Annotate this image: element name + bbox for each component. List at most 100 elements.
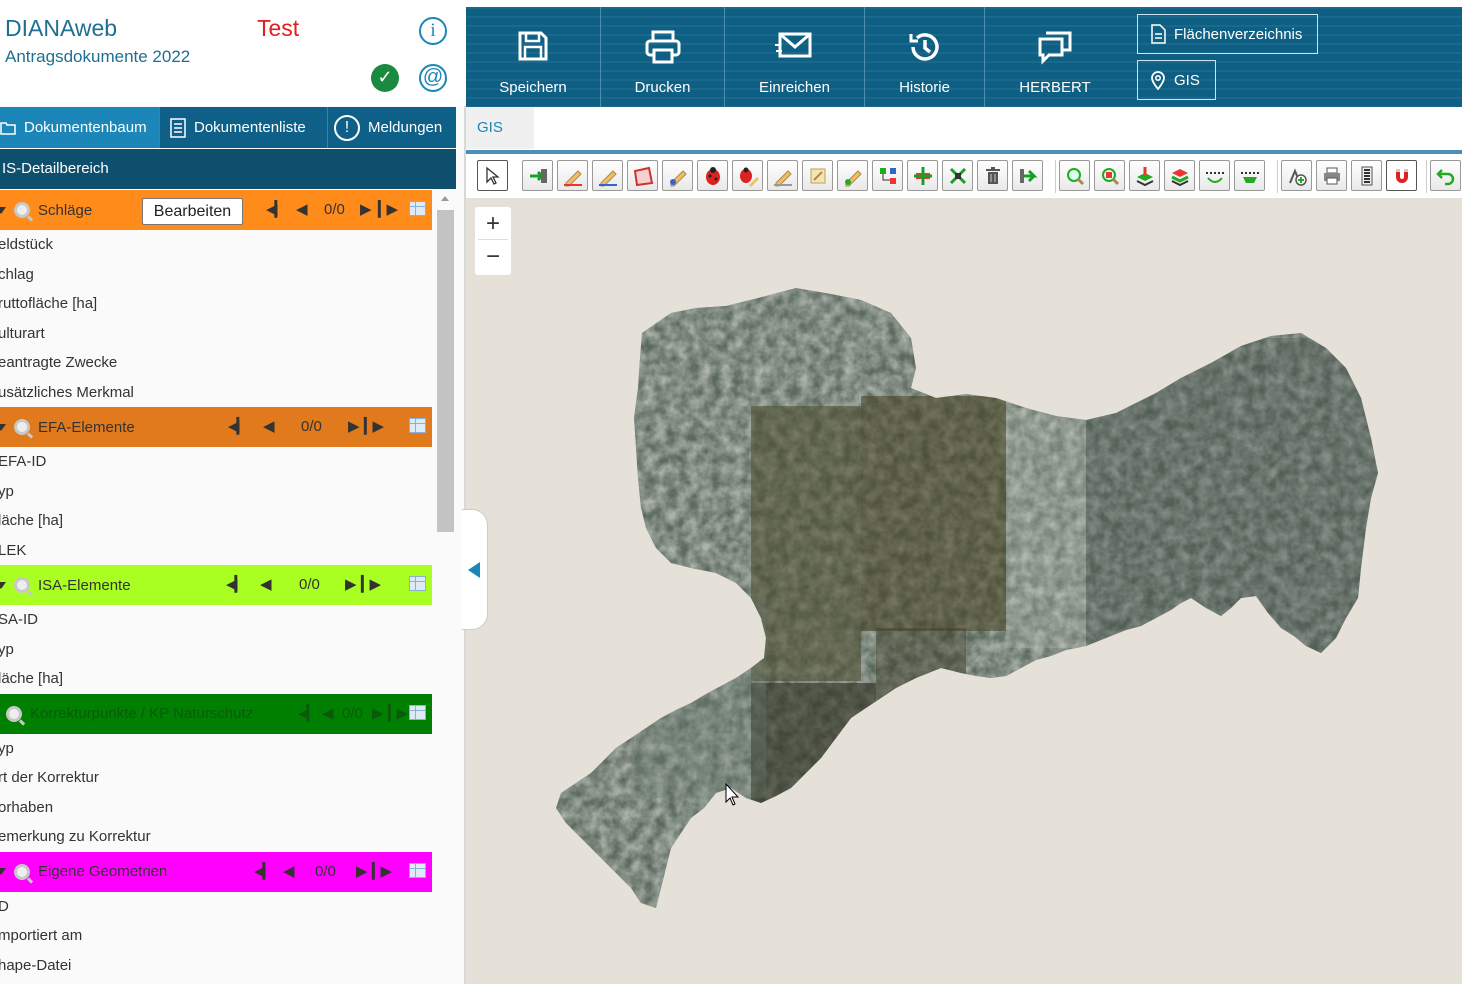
section-header[interactable]: ISA-Elemente ◀▎ ◀ 0/0 ▶ ▎▶: [0, 565, 432, 605]
section-header[interactable]: Schläge Bearbeiten ◀▎ ◀ 0/0 ▶ ▎▶: [0, 190, 432, 230]
scroll-up-icon[interactable]: [441, 196, 449, 201]
zoom-select-icon[interactable]: [1094, 160, 1125, 191]
tab-label: Meldungen: [368, 119, 443, 136]
table-view-icon[interactable]: [409, 862, 426, 878]
next-record-icon[interactable]: ▶: [348, 417, 359, 435]
check-icon[interactable]: ✓: [371, 64, 399, 92]
tab-dokumentenbaum[interactable]: Dokumentenbaum: [0, 107, 160, 148]
print-button[interactable]: Drucken: [601, 7, 725, 107]
next-record-icon[interactable]: ▶: [360, 200, 371, 218]
expand-triangle-icon[interactable]: [0, 206, 6, 214]
last-record-icon[interactable]: ▎▶: [378, 200, 398, 218]
polygon-area-icon[interactable]: [627, 160, 658, 191]
section-header[interactable]: EFA-Elemente ◀▎ ◀ 0/0 ▶ ▎▶: [0, 407, 432, 447]
edit-polygon-icon[interactable]: [592, 160, 623, 191]
field-label: EFA-ID: [0, 453, 47, 471]
cut-geometry-icon[interactable]: [942, 160, 973, 191]
trash-icon[interactable]: [977, 160, 1008, 191]
split-geometry-icon[interactable]: [872, 160, 903, 191]
top-toolbar: Speichern Drucken Einreichen Historie HE…: [466, 7, 1462, 107]
magnifier-icon[interactable]: [6, 705, 22, 722]
zoom-out-button[interactable]: −: [478, 243, 508, 273]
add-layer-icon[interactable]: [1281, 160, 1312, 191]
previous-record-icon[interactable]: ◀: [263, 417, 274, 435]
magnifier-icon[interactable]: [14, 202, 30, 218]
undo-icon[interactable]: [1430, 160, 1461, 191]
record-counter: 0/0: [299, 576, 320, 593]
magnifier-icon[interactable]: [14, 863, 30, 880]
bug-edit-icon[interactable]: [732, 160, 763, 191]
gis-button[interactable]: GIS: [1137, 60, 1216, 100]
measure-line-icon[interactable]: [1199, 160, 1230, 191]
section-header[interactable]: Eigene Geometrien ◀▎ ◀ 0/0 ▶ ▎▶: [0, 851, 432, 892]
draw-polygon-icon[interactable]: [557, 160, 588, 191]
layer-up-icon[interactable]: [1129, 160, 1160, 191]
scroll-thumb[interactable]: [437, 210, 454, 532]
tab-dokumentenliste[interactable]: Dokumentenliste: [160, 107, 328, 148]
export-geometry-icon[interactable]: [1012, 160, 1043, 191]
expand-triangle-icon[interactable]: [0, 868, 6, 875]
magnifier-icon[interactable]: [14, 419, 30, 435]
history-button[interactable]: Historie: [865, 7, 985, 107]
last-record-icon[interactable]: ▎▶: [364, 417, 384, 435]
expand-triangle-icon[interactable]: [0, 581, 6, 589]
last-record-icon[interactable]: ▎▶: [388, 704, 408, 722]
note-icon[interactable]: [802, 160, 833, 191]
history-icon: [909, 33, 939, 61]
map-print-icon[interactable]: [1316, 160, 1347, 191]
merge-geometry-icon[interactable]: [907, 160, 938, 191]
herbert-button[interactable]: HERBERT: [985, 7, 1125, 107]
record-counter: 0/0: [315, 862, 336, 880]
tab-gis[interactable]: GIS: [466, 107, 534, 149]
last-record-icon[interactable]: ▎▶: [372, 862, 392, 880]
save-button[interactable]: Speichern: [466, 7, 601, 107]
info-icon[interactable]: i: [419, 17, 447, 45]
edit-vertex-icon[interactable]: [662, 160, 693, 191]
legend-icon[interactable]: [1351, 160, 1382, 191]
table-view-icon[interactable]: [409, 201, 426, 216]
previous-record-icon[interactable]: ◀: [283, 862, 294, 880]
first-record-icon[interactable]: ◀▎: [226, 575, 246, 593]
expand-triangle-icon[interactable]: [0, 423, 6, 431]
table-view-icon[interactable]: [409, 418, 426, 433]
next-record-icon[interactable]: ▶: [356, 862, 367, 880]
section-header[interactable]: Korrekturpunkte / KP Naturschutz ◀▎ ◀ 0/0 ▶ ▎…: [0, 693, 432, 734]
import-geometry-icon[interactable]: [522, 160, 553, 191]
toolbar-divider: [1055, 160, 1056, 193]
bug-red-icon[interactable]: [697, 160, 728, 191]
previous-record-icon[interactable]: ◀: [260, 575, 271, 593]
measure-area-icon[interactable]: [1234, 160, 1265, 191]
last-record-icon[interactable]: ▎▶: [361, 575, 381, 593]
first-record-icon[interactable]: ◀▎: [254, 862, 274, 880]
snap-magnet-icon[interactable]: [1386, 160, 1417, 191]
folder-icon: [0, 121, 16, 135]
envelope-icon: [774, 32, 811, 58]
previous-record-icon[interactable]: ◀: [296, 200, 307, 218]
zoom-in-button[interactable]: +: [478, 210, 508, 240]
section-title: ISA-Elemente: [38, 576, 131, 594]
flaechenverzeichnis-button[interactable]: Flächenverzeichnis: [1137, 14, 1318, 54]
layers-icon[interactable]: [1164, 160, 1195, 191]
map-view[interactable]: + −: [466, 198, 1462, 984]
app-header: DIANAweb Antragsdokumente 2022 Test i ✓ …: [0, 0, 466, 106]
collapse-panel-button[interactable]: [462, 509, 488, 630]
first-record-icon[interactable]: ◀▎: [266, 200, 286, 218]
pencil-green-icon[interactable]: [837, 160, 868, 191]
table-view-icon[interactable]: [409, 576, 426, 591]
first-record-icon[interactable]: ◀▎: [228, 417, 248, 435]
next-record-icon[interactable]: ▶: [345, 575, 356, 593]
at-icon[interactable]: @: [419, 64, 447, 92]
first-record-icon[interactable]: ◀▎: [298, 704, 318, 722]
select-pointer-icon[interactable]: [477, 160, 508, 191]
gis-toolbar: [466, 150, 1462, 198]
scrollbar[interactable]: [437, 190, 455, 984]
table-view-icon[interactable]: [409, 704, 426, 720]
submit-button[interactable]: Einreichen: [725, 7, 865, 107]
edit-button[interactable]: Bearbeiten: [142, 198, 243, 225]
previous-record-icon[interactable]: ◀: [322, 704, 333, 722]
zoom-search-icon[interactable]: [1059, 160, 1090, 191]
next-record-icon[interactable]: ▶: [372, 704, 383, 722]
magnifier-icon[interactable]: [14, 577, 30, 593]
pencil-icon[interactable]: [767, 160, 798, 191]
tab-meldungen[interactable]: ! Meldungen: [328, 107, 456, 148]
